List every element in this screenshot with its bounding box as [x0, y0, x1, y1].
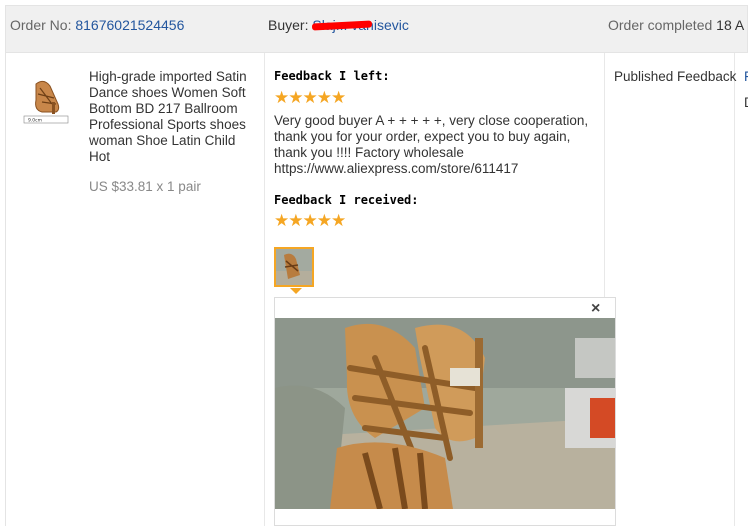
action-link-clipped[interactable]: F — [744, 69, 748, 84]
column-divider — [264, 53, 265, 526]
feedback-status: Published Feedback — [614, 69, 737, 84]
product-thumbnail[interactable]: 9.0cm — [22, 74, 70, 124]
product-title-link[interactable]: High-grade imported Satin Dance shoes Wo… — [89, 69, 259, 165]
feedback-left-text: Very good buyer A + + + + +, very close … — [274, 113, 589, 176]
product-price: US $33.81 x 1 pair — [89, 179, 201, 194]
close-icon[interactable]: × — [591, 301, 600, 317]
order-status-text: Order completed — [608, 17, 713, 33]
feedback-photo-thumbnail[interactable] — [274, 247, 314, 287]
buyer-label: Buyer: — [268, 17, 309, 33]
order-number-row: Order No: 81676021524456 — [10, 17, 184, 33]
table-left-border — [5, 53, 6, 526]
order-status: Order completed 18 A — [608, 17, 744, 33]
order-label: Order No: — [10, 17, 72, 33]
star-icon: ★★★★★ — [274, 88, 346, 107]
thumb-label: 9.0cm — [28, 118, 42, 124]
feedback-photo-large[interactable] — [275, 318, 615, 509]
order-status-date: 18 A — [716, 17, 745, 33]
column-divider — [734, 53, 735, 526]
feedback-received-heading: Feedback I received: — [274, 193, 419, 207]
feedback-left-heading: Feedback I left: — [274, 69, 390, 83]
star-icon: ★★★★★ — [274, 211, 346, 230]
thumbnail-caret — [290, 288, 302, 294]
order-number-link[interactable]: 81676021524456 — [75, 17, 184, 33]
action-text-clipped: D — [744, 95, 748, 110]
